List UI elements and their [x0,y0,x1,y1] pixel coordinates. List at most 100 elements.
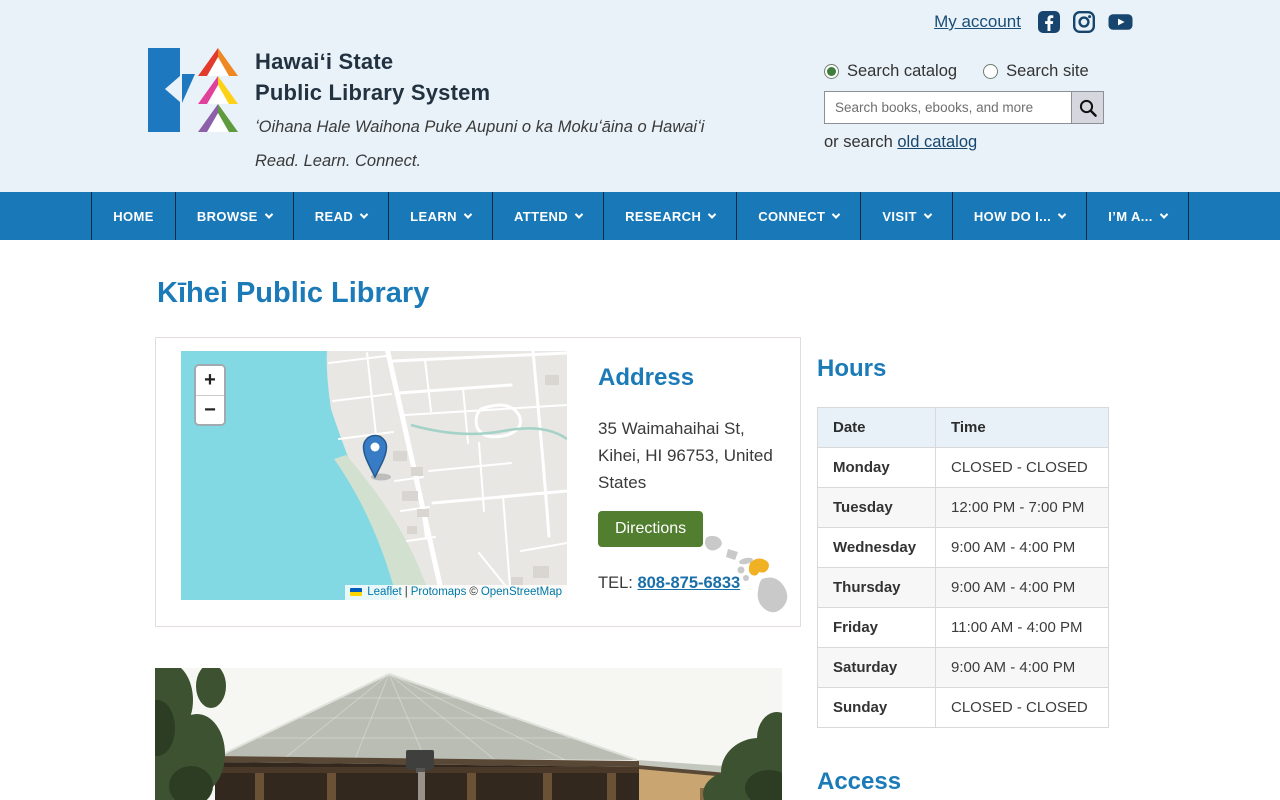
nav-item-im-a[interactable]: I’M A... [1086,192,1189,240]
site-header: My account Hawaiʻi State Public Library … [0,0,1280,192]
map-graphic [181,351,567,600]
or-search-line: or search old catalog [824,133,1139,152]
nav-label: CONNECT [758,208,826,224]
radio-search-site-label: Search site [1006,62,1089,80]
leaflet-link[interactable]: Leaflet [367,586,402,598]
day-cell: Monday [817,447,936,488]
map[interactable]: + − Leaflet | Protomaps © OpenStreetMap [181,351,567,600]
openstreetmap-link[interactable]: OpenStreetMap [481,586,562,598]
table-row: Sunday CLOSED - CLOSED [817,687,1109,728]
library-building-photo [155,668,782,800]
chevron-down-icon [359,210,369,219]
instagram-icon [1073,11,1096,34]
column-header-date: Date [817,407,936,448]
hours-section: Hours Date Time Monday CLOSED - CLOSED T… [817,355,1109,796]
time-cell: 12:00 PM - 7:00 PM [935,487,1109,528]
building-photo-graphic [155,668,782,800]
day-cell: Saturday [817,647,936,688]
brand-text: Hawaiʻi State Public Library System ʻOih… [255,46,704,171]
day-cell: Friday [817,607,936,648]
day-cell: Thursday [817,567,936,608]
chevron-down-icon [1159,210,1169,219]
nav-item-home[interactable]: HOME [91,192,175,240]
address-line: States [598,473,647,492]
map-zoom-control: + − [194,364,226,426]
my-account-link[interactable]: My account [934,12,1021,32]
chevron-down-icon [574,210,584,219]
day-cell: Sunday [817,687,936,728]
or-search-prefix: or search [824,133,893,151]
search-icon [1079,99,1097,117]
location-card: + − Leaflet | Protomaps © OpenStreetMap … [155,337,801,627]
chevron-down-icon [923,210,933,219]
nav-item-read[interactable]: READ [292,192,388,240]
search-scope-radios: Search catalog Search site [824,62,1139,81]
topbar: My account [934,10,1134,34]
copyright-symbol: © [469,586,478,598]
nav-item-attend[interactable]: ATTEND [491,192,603,240]
old-catalog-link[interactable]: old catalog [897,133,977,151]
time-cell: CLOSED - CLOSED [935,687,1109,728]
address-line: 35 Waimahaihai St, [598,419,745,438]
tel-label: TEL: [598,574,633,592]
table-row: Wednesday 9:00 AM - 4:00 PM [817,527,1109,568]
access-heading: Access [817,768,902,795]
nav-label: READ [314,208,354,224]
time-cell: CLOSED - CLOSED [935,447,1109,488]
radio-unselected-icon [983,64,999,79]
table-row: Friday 11:00 AM - 4:00 PM [817,607,1109,648]
phone-link[interactable]: 808-875-6833 [637,574,740,592]
time-cell: 9:00 AM - 4:00 PM [935,527,1109,568]
search-button[interactable] [1071,91,1104,124]
site-subtitle: ʻOihana Hale Waihona Puke Aupuni o ka Mo… [255,118,705,136]
youtube-link[interactable] [1107,10,1134,34]
address-text: 35 Waimahaihai St, Kihei, HI 96753, Unit… [598,415,800,496]
table-row: Thursday 9:00 AM - 4:00 PM [817,567,1109,608]
nav-item-how-do-i[interactable]: HOW DO I... [951,192,1086,240]
search-block: Search catalog Search site or search old… [824,62,1139,152]
table-row: Monday CLOSED - CLOSED [817,447,1109,488]
nav-item-browse[interactable]: BROWSE [174,192,293,240]
youtube-icon [1108,14,1133,30]
radio-selected-icon [824,64,839,79]
chevron-down-icon [708,210,717,219]
nav-item-visit[interactable]: VISIT [860,192,952,240]
search-row [824,91,1139,124]
address-heading: Address [598,364,695,391]
chevron-down-icon [264,210,273,219]
nav-item-connect[interactable]: CONNECT [736,192,860,240]
branding[interactable]: Hawaiʻi State Public Library System ʻOih… [148,46,704,171]
directions-button[interactable]: Directions [598,511,704,547]
time-cell: 11:00 AM - 4:00 PM [935,607,1109,648]
day-cell: Tuesday [817,487,936,528]
page-title: Kīhei Public Library [157,277,430,309]
chevron-down-icon [1057,210,1067,219]
nav-item-learn[interactable]: LEARN [388,192,492,240]
table-row: Tuesday 12:00 PM - 7:00 PM [817,487,1109,528]
address-section: Address 35 Waimahaihai St, Kihei, HI 967… [598,351,800,626]
nav-label: BROWSE [196,208,258,224]
address-line: Kihei, HI 96753, United [598,446,773,465]
zoom-in-button[interactable]: + [196,366,224,395]
nav-label: ATTEND [513,208,569,224]
time-cell: 9:00 AM - 4:00 PM [935,647,1109,688]
nav-item-research[interactable]: RESEARCH [603,192,736,240]
attribution-separator: | [404,586,408,598]
radio-search-catalog[interactable]: Search catalog [824,62,957,81]
chevron-down-icon [832,210,841,219]
facebook-link[interactable] [1037,10,1061,34]
table-row: Saturday 9:00 AM - 4:00 PM [817,647,1109,688]
protomaps-link[interactable]: Protomaps [411,586,467,598]
nav-label: RESEARCH [625,208,702,224]
nav-label: HOME [113,208,154,224]
nav-label: I’M A... [1108,208,1153,224]
zoom-out-button[interactable]: − [196,395,224,424]
site-title-line1: Hawaiʻi State [255,49,394,74]
radio-search-catalog-label: Search catalog [847,62,958,80]
nav-label: VISIT [882,208,917,224]
instagram-link[interactable] [1072,10,1096,34]
main-nav: HOME BROWSE READ LEARN ATTEND RESEARCH C… [0,192,1280,240]
table-header-row: Date Time [817,407,1109,448]
search-input[interactable] [824,91,1071,124]
radio-search-site[interactable]: Search site [983,62,1089,81]
